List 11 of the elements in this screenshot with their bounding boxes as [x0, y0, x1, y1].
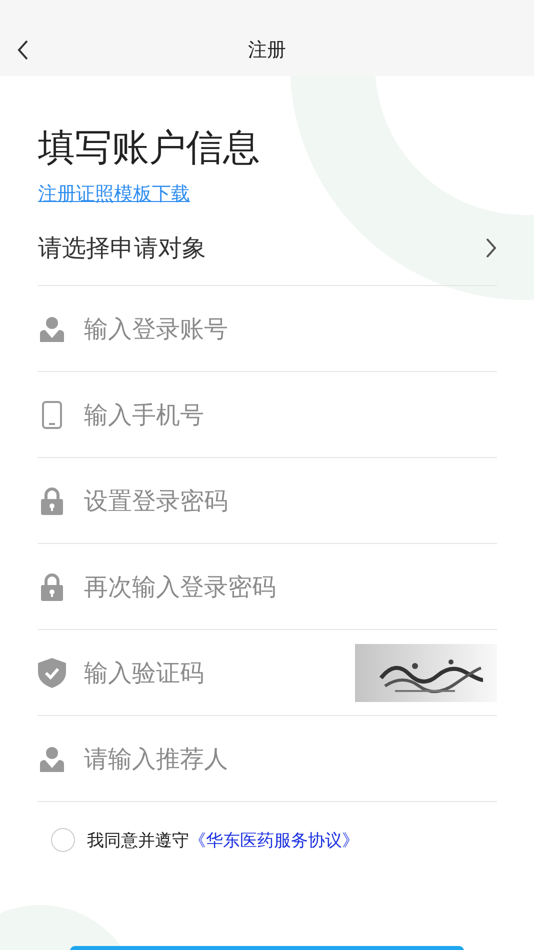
text-field[interactable]: 输入手机号	[84, 400, 497, 428]
password-field[interactable]: 设置登录密码	[84, 486, 497, 514]
captcha-field[interactable]: 输入验证码	[84, 658, 355, 686]
service-agreement-link[interactable]: 《华东医药服务协议》	[189, 828, 359, 852]
form-heading: 填写账户信息	[38, 125, 261, 171]
applicant-select[interactable]: 请选择申请对象	[38, 211, 497, 286]
password-field[interactable]: 再次输入登录密码	[84, 572, 497, 600]
text-field[interactable]: 请输入推荐人	[84, 744, 497, 772]
agreement-text: 我同意并遵守	[87, 830, 189, 852]
text-field[interactable]: 输入登录账号	[84, 314, 497, 342]
page-title: 注册	[248, 38, 286, 63]
